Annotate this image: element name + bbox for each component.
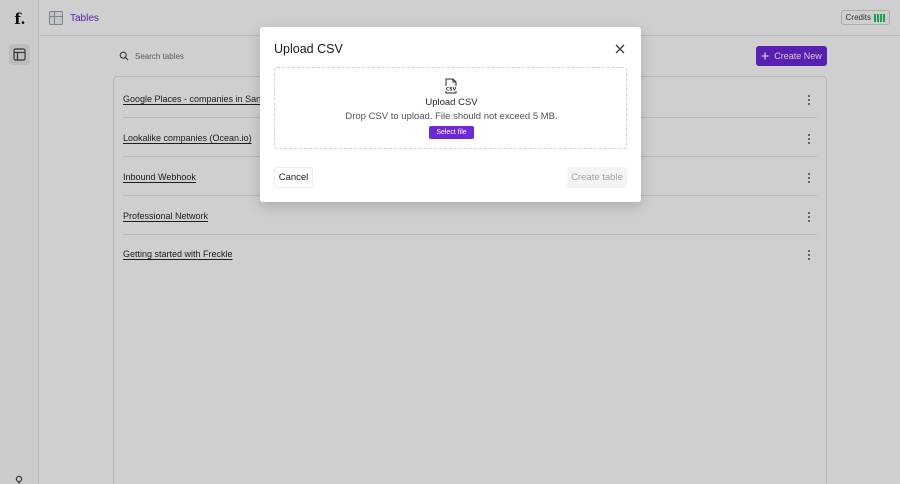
csv-file-icon: CSV bbox=[444, 78, 458, 94]
dropzone-hint: Drop CSV to upload. File should not exce… bbox=[345, 111, 558, 122]
dialog-title: Upload CSV bbox=[274, 42, 343, 56]
csv-dropzone[interactable]: CSV Upload CSV Drop CSV to upload. File … bbox=[274, 67, 627, 149]
cancel-button[interactable]: Cancel bbox=[274, 167, 313, 188]
create-table-button[interactable]: Create table bbox=[567, 167, 627, 188]
close-icon[interactable] bbox=[614, 43, 626, 55]
svg-text:CSV: CSV bbox=[446, 86, 457, 92]
select-file-button[interactable]: Select file bbox=[429, 126, 474, 139]
upload-csv-dialog: Upload CSV CSV Upload CSV Drop CSV to up… bbox=[260, 27, 641, 202]
dropzone-title: Upload CSV bbox=[425, 97, 478, 108]
